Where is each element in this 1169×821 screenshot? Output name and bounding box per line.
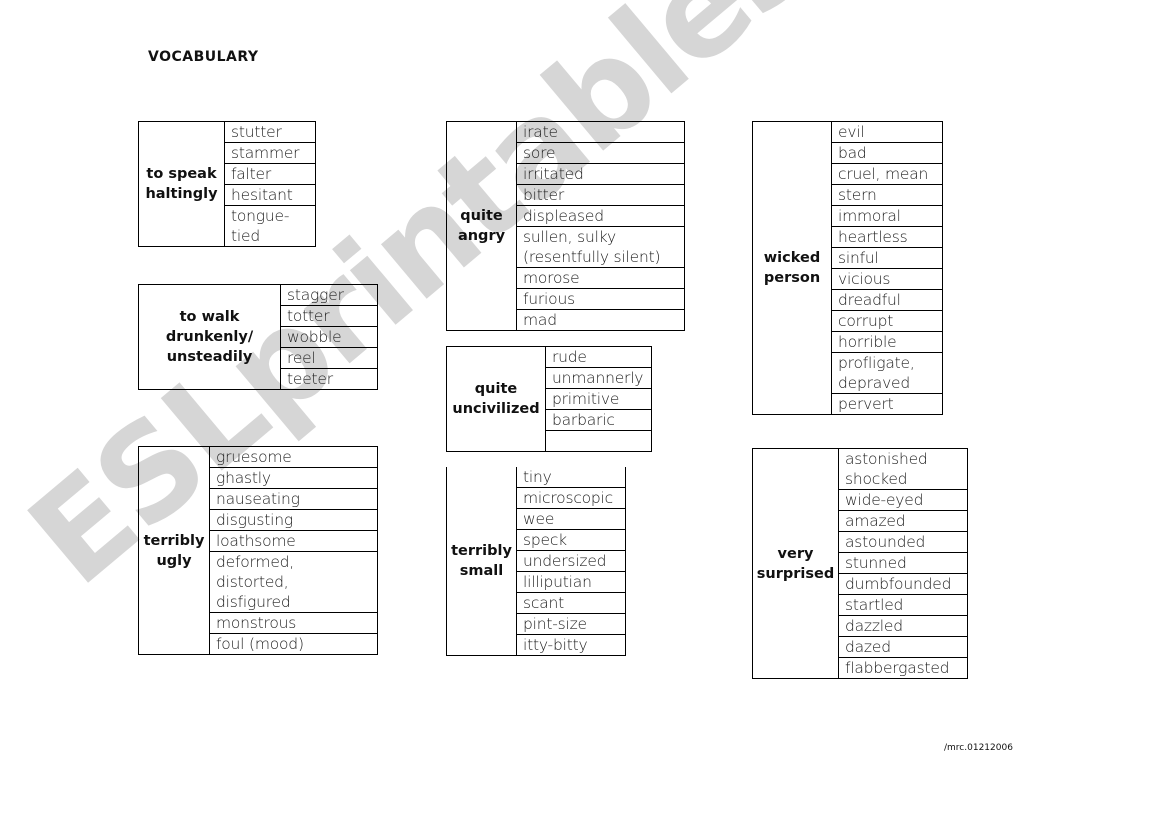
vocab-word: morose (516, 267, 685, 289)
vocab-word: irate (516, 121, 685, 143)
vocab-word: sore (516, 142, 685, 164)
vocab-word: stern (831, 184, 943, 206)
category-heading: quite uncivilized (446, 346, 546, 452)
vocab-word: dreadful (831, 289, 943, 311)
vocab-word: deformed, distorted, disfigured (209, 551, 378, 613)
vocab-word (545, 430, 652, 452)
vocab-word: horrible (831, 331, 943, 353)
vocab-word: mad (516, 309, 685, 331)
vocab-word: astonished shocked (838, 448, 968, 490)
vocab-word: vicious (831, 268, 943, 290)
category-heading: quite angry (446, 121, 517, 331)
vocab-word: profligate, depraved (831, 352, 943, 394)
vocab-word: bitter (516, 184, 685, 206)
vocab-word: rude (545, 346, 652, 368)
table-row: quite uncivilized rude (446, 346, 652, 452)
vocab-word: gruesome (209, 446, 378, 468)
category-heading: terribly small (446, 467, 517, 656)
vocab-word: nauseating (209, 488, 378, 510)
vocab-word: irritated (516, 163, 685, 185)
vocab-word: teeter (280, 368, 378, 390)
vocab-word: ghastly (209, 467, 378, 489)
vocab-table-speak-haltingly: to speak haltingly stutter stammer falter he… (138, 121, 316, 247)
table-row: terribly ugly gruesome (138, 446, 378, 655)
vocab-table-quite-uncivilized: quite uncivilized rude unmannerly primitive… (446, 346, 652, 452)
vocab-word: wee (516, 508, 626, 530)
vocab-word: furious (516, 288, 685, 310)
vocab-table-terribly-ugly: terribly ugly gruesome ghastly nauseating di… (138, 446, 378, 655)
vocab-word: heartless (831, 226, 943, 248)
worksheet: VOCABULARY to speak haltingly stutter stam… (0, 0, 1169, 821)
vocab-word: stagger (280, 284, 378, 306)
vocab-word: barbaric (545, 409, 652, 431)
vocab-word: falter (224, 163, 316, 185)
category-heading: terribly ugly (138, 446, 210, 655)
vocab-word: stutter (224, 121, 316, 143)
vocab-word: pint-size (516, 613, 626, 635)
vocab-table-wicked-person: wicked person evil bad cruel, mean stern immo… (752, 121, 943, 415)
vocab-word: corrupt (831, 310, 943, 332)
vocab-word: startled (838, 594, 968, 616)
vocab-word: stunned (838, 552, 968, 574)
category-heading: wicked person (752, 121, 832, 415)
vocab-word: primitive (545, 388, 652, 410)
vocab-table-terribly-small: terribly small tiny microscopic wee speck und… (446, 467, 626, 656)
vocab-word: evil (831, 121, 943, 143)
vocab-word: unmannerly (545, 367, 652, 389)
vocab-word: stammer (224, 142, 316, 164)
vocab-word: dumbfounded (838, 573, 968, 595)
vocab-table-very-surprised: very surprised astonished shocked wide-eye… (752, 448, 968, 679)
vocab-word: undersized (516, 550, 626, 572)
vocab-word: immoral (831, 205, 943, 227)
vocab-word: astounded (838, 531, 968, 553)
vocab-word: displeased (516, 205, 685, 227)
vocab-word: hesitant (224, 184, 316, 206)
vocab-word: monstrous (209, 612, 378, 634)
category-heading: very surprised (752, 448, 839, 679)
vocab-word: amazed (838, 510, 968, 532)
table-row: terribly small tiny (446, 467, 626, 656)
vocab-word: pervert (831, 393, 943, 415)
vocab-word: disgusting (209, 509, 378, 531)
vocab-word: bad (831, 142, 943, 164)
vocab-word: totter (280, 305, 378, 327)
vocab-word: foul (mood) (209, 633, 378, 655)
table-row: to walk drunkenly/ unsteadily stagger (138, 284, 378, 390)
vocab-word: reel (280, 347, 378, 369)
vocab-word: itty-bitty (516, 634, 626, 656)
vocab-word: microscopic (516, 487, 626, 509)
category-heading: to walk drunkenly/ unsteadily (138, 284, 281, 390)
vocab-word: tongue- tied (224, 205, 316, 247)
vocab-word: sullen, sulky (resentfully silent) (516, 226, 685, 268)
table-row: quite angry irate (446, 121, 685, 331)
vocab-word: tiny (516, 467, 626, 488)
vocab-table-quite-angry: quite angry irate sore irritated bitter displ… (446, 121, 685, 331)
footer-code: /mrc.01212006 (944, 743, 1013, 753)
category-heading: to speak haltingly (138, 121, 225, 247)
vocab-table-walk-drunkenly: to walk drunkenly/ unsteadily stagger tott… (138, 284, 378, 390)
vocab-word: cruel, mean (831, 163, 943, 185)
vocab-word: dazed (838, 636, 968, 658)
vocab-word: flabbergasted (838, 657, 968, 679)
vocab-word: scant (516, 592, 626, 614)
table-row: to speak haltingly stutter (138, 121, 316, 247)
vocab-word: speck (516, 529, 626, 551)
vocab-word: lilliputian (516, 571, 626, 593)
table-row: very surprised astonished shocked (752, 448, 968, 679)
vocab-word: dazzled (838, 615, 968, 637)
page-title: VOCABULARY (148, 49, 259, 65)
vocab-word: wide-eyed (838, 489, 968, 511)
table-row: wicked person evil (752, 121, 943, 415)
vocab-word: loathsome (209, 530, 378, 552)
vocab-word: sinful (831, 247, 943, 269)
vocab-word: wobble (280, 326, 378, 348)
